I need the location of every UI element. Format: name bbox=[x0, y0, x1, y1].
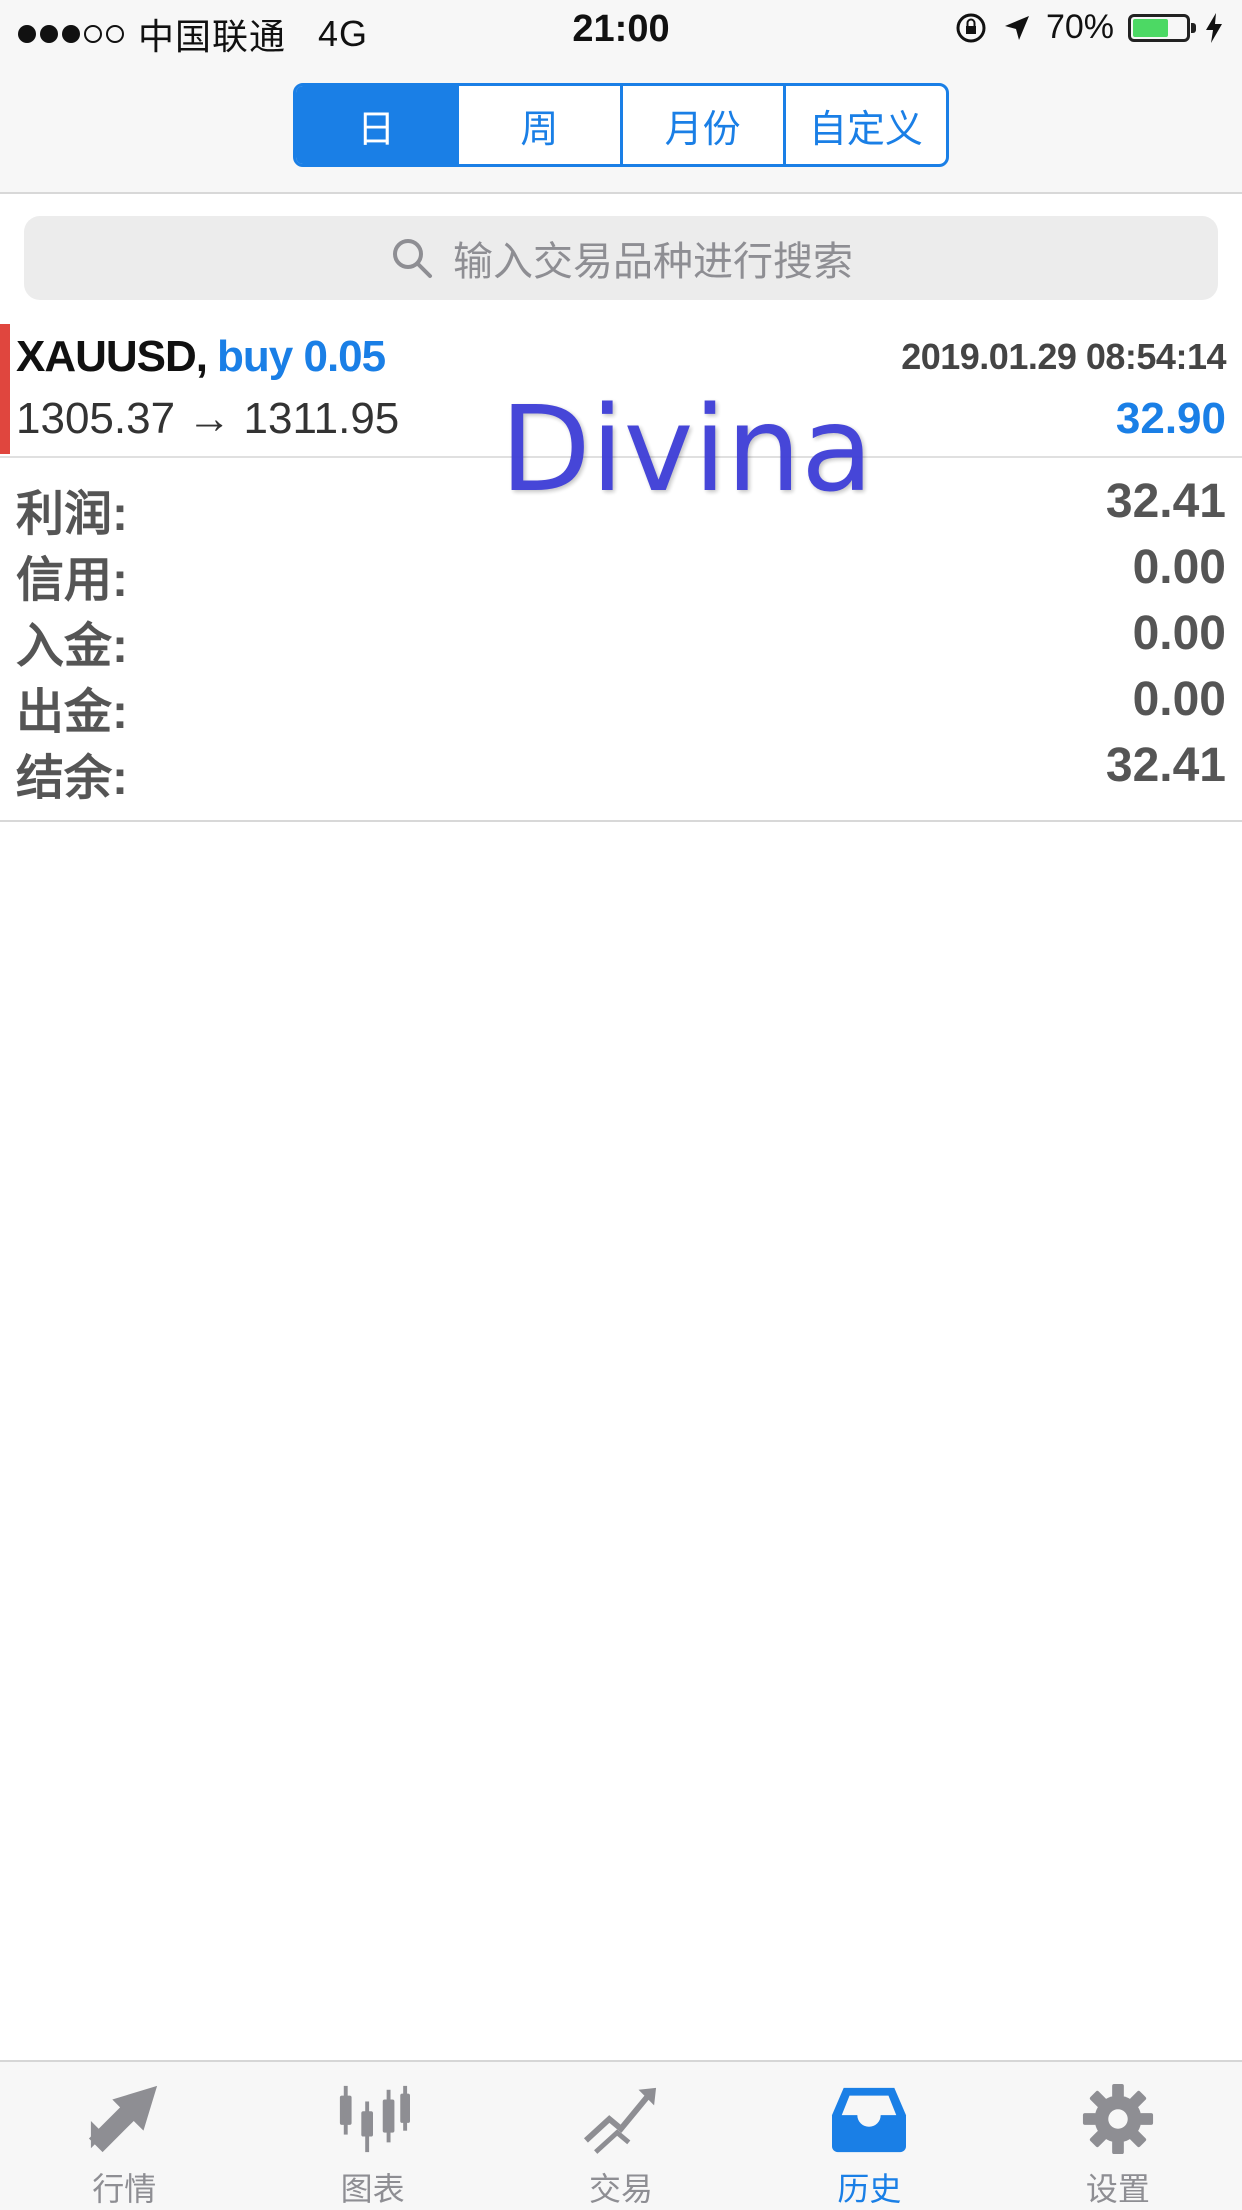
trade-symbol-line: XAUUSD, buy 0.05 bbox=[16, 332, 386, 382]
battery-icon bbox=[1128, 13, 1196, 42]
summary-value: 32.41 bbox=[1105, 475, 1226, 528]
summary-value: 0.00 bbox=[1132, 607, 1226, 660]
trade-symbol: XAUUSD, bbox=[16, 332, 208, 381]
tab-label: 行情 bbox=[92, 2171, 157, 2207]
summary-block: 利润: 32.41 信用: 0.00 入金: 0.00 出金: 0.00 结余:… bbox=[0, 468, 1242, 822]
status-bar: 中国联通 4G 21:00 70% bbox=[0, 0, 1242, 60]
summary-value: 32.41 bbox=[1105, 739, 1226, 792]
trade-prices: 1305.37 → 1311.95 bbox=[16, 394, 400, 443]
summary-row-withdrawal: 出金: 0.00 bbox=[0, 666, 1242, 739]
location-arrow-icon bbox=[1004, 15, 1029, 40]
trade-direction: buy 0.05 bbox=[217, 332, 386, 381]
candlestick-chart-icon bbox=[339, 2085, 410, 2153]
search-input[interactable]: 输入交易品种进行搜索 bbox=[24, 216, 1218, 300]
tab-label: 交易 bbox=[589, 2171, 654, 2207]
status-right: 70% bbox=[954, 8, 1224, 47]
quotes-arrows-icon bbox=[89, 2085, 158, 2153]
summary-value: 0.00 bbox=[1132, 541, 1226, 594]
period-header: 日 周 月份 自定义 bbox=[0, 60, 1242, 194]
tab-label: 历史 bbox=[837, 2171, 902, 2207]
tab-chart[interactable]: 图表 bbox=[248, 2062, 496, 2210]
tab-history[interactable]: 历史 bbox=[745, 2062, 993, 2210]
charging-bolt-icon bbox=[1206, 12, 1222, 43]
battery-percent: 70% bbox=[1045, 8, 1114, 46]
search-placeholder: 输入交易品种进行搜索 bbox=[453, 240, 853, 284]
search-icon bbox=[393, 239, 432, 278]
tab-label: 设置 bbox=[1085, 2171, 1150, 2207]
tab-bar: 行情 图表 交易 历史 设置 bbox=[0, 2060, 1242, 2210]
tab-settings[interactable]: 设置 bbox=[994, 2062, 1242, 2210]
segment-day[interactable]: 日 bbox=[296, 86, 460, 164]
trade-profit: 32.90 bbox=[1115, 394, 1226, 443]
rotation-lock-icon bbox=[956, 13, 986, 42]
segment-custom[interactable]: 自定义 bbox=[786, 86, 946, 164]
summary-row-deposit: 入金: 0.00 bbox=[0, 600, 1242, 673]
segment-month[interactable]: 月份 bbox=[623, 86, 786, 164]
summary-row-profit: 利润: 32.41 bbox=[0, 468, 1242, 541]
tab-quotes[interactable]: 行情 bbox=[0, 2062, 248, 2210]
history-tray-icon bbox=[832, 2087, 907, 2153]
period-segmented-control: 日 周 月份 自定义 bbox=[293, 83, 949, 167]
summary-row-balance: 结余: 32.41 bbox=[0, 732, 1242, 805]
tab-label: 图表 bbox=[340, 2171, 405, 2207]
summary-row-credit: 信用: 0.00 bbox=[0, 534, 1242, 607]
trade-datetime: 2019.01.29 08:54:14 bbox=[901, 336, 1226, 377]
segment-week[interactable]: 周 bbox=[459, 86, 623, 164]
trade-marker bbox=[0, 324, 10, 454]
summary-value: 0.00 bbox=[1132, 673, 1226, 726]
summary-label: 结余: bbox=[16, 752, 128, 805]
tab-trade[interactable]: 交易 bbox=[497, 2062, 745, 2210]
gear-icon bbox=[1082, 2083, 1153, 2155]
trade-trend-icon bbox=[583, 2087, 657, 2154]
